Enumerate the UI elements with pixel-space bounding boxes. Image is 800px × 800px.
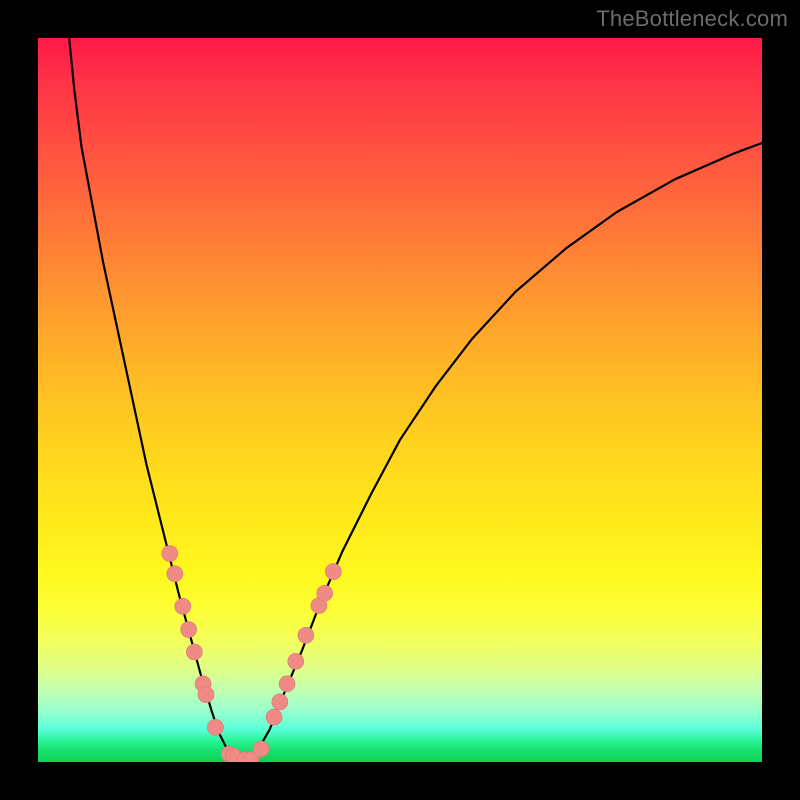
- highlight-dot: [266, 709, 282, 725]
- highlight-dot: [317, 585, 333, 601]
- highlight-dot: [186, 644, 202, 660]
- highlight-dot: [279, 676, 295, 692]
- curve-group: [69, 38, 762, 761]
- highlight-dot: [167, 566, 183, 582]
- highlight-dot: [298, 627, 314, 643]
- watermark-text: TheBottleneck.com: [596, 6, 788, 32]
- plot-area: [38, 38, 762, 762]
- curve-left-curve: [69, 38, 241, 761]
- highlight-dot: [253, 741, 269, 757]
- highlight-dot: [325, 564, 341, 580]
- curves-svg: [38, 38, 762, 762]
- highlight-dot: [207, 719, 223, 735]
- highlight-dot: [288, 653, 304, 669]
- highlight-dot: [162, 545, 178, 561]
- highlight-dot: [198, 687, 214, 703]
- highlight-dot: [272, 694, 288, 710]
- chart-frame: TheBottleneck.com: [0, 0, 800, 800]
- dots-group: [162, 545, 342, 762]
- highlight-dot: [175, 598, 191, 614]
- highlight-dot: [181, 622, 197, 638]
- curve-right-curve: [248, 143, 762, 761]
